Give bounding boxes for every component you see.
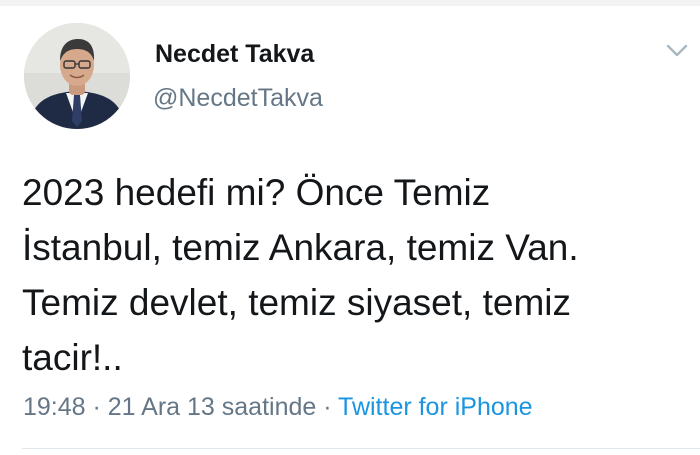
top-separator [0,0,700,6]
chevron-down-icon[interactable] [664,40,690,60]
tweet-text-line: İstanbul, temiz Ankara, temiz Van. [22,227,579,268]
tweet-time: 19:48 [23,393,86,421]
tweet-meta: 19:48 · 21 Ara 13 saatinde · Twitter for… [23,393,533,422]
tweet-card[interactable]: Necdet Takva @NecdetTakva 2023 hedefi mi… [0,0,700,455]
tweet-text: 2023 hedefi mi? Önce Temiz İstanbul, tem… [22,165,686,385]
tweet-text-line: Temiz devlet, temiz siyaset, temiz [22,282,571,323]
profile-photo-icon [24,23,130,129]
author-name[interactable]: Necdet Takva [155,40,314,69]
meta-separator: · [85,393,108,421]
tweet-text-line: 2023 hedefi mi? Önce Temiz [22,172,491,213]
tweet-source-link[interactable]: Twitter for iPhone [338,393,533,421]
tweet-text-line: tacir!.. [22,337,123,378]
tweet-date: 21 Ara 13 saatinde [107,393,317,421]
author-handle[interactable]: @NecdetTakva [153,84,323,113]
divider [22,448,700,449]
meta-separator: · [316,393,339,421]
avatar[interactable] [24,23,130,129]
